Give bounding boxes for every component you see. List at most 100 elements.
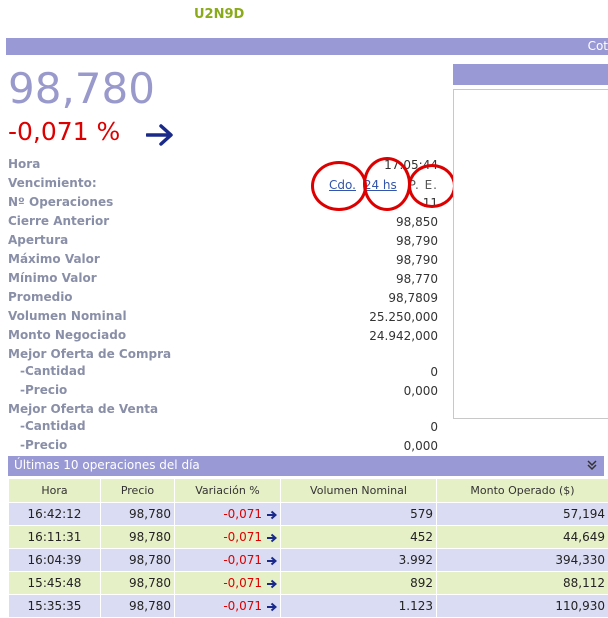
detail-row-mejor-venta: Mejor Oferta de Venta xyxy=(8,401,440,418)
detail-value: 24.942,000 xyxy=(369,329,438,343)
top-header-bar: Cot xyxy=(6,38,608,55)
detail-section-label: Mejor Oferta de Compra xyxy=(8,347,171,361)
detail-row-vol-nominal: Volumen Nominal 25.250,000 xyxy=(8,308,440,327)
arrow-right-icon xyxy=(146,124,174,146)
arrow-right-icon xyxy=(266,579,277,589)
arrow-right-icon xyxy=(266,533,277,543)
detail-row-monto-neg: Monto Negociado 24.942,000 xyxy=(8,327,440,346)
detail-row-compra-precio: -Precio 0,000 xyxy=(8,382,440,401)
column-header-variacion: Variación % xyxy=(175,479,281,503)
cell-precio: 98,780 xyxy=(101,595,175,618)
detail-row-compra-cantidad: -Cantidad 0 xyxy=(8,363,440,382)
detail-value: 98,850 xyxy=(396,215,438,229)
top-header-label: Cot xyxy=(588,39,608,53)
cell-volumen: 3.992 xyxy=(281,549,437,572)
detail-value: 25.250,000 xyxy=(369,310,438,324)
collapse-chevron-icon[interactable] xyxy=(586,458,598,472)
cell-variacion: -0,071 xyxy=(175,503,281,526)
operations-header: Últimas 10 operaciones del día xyxy=(8,456,604,476)
annotation-circle-24hs xyxy=(363,157,411,211)
variation-value: -0,071 xyxy=(223,507,262,521)
cell-precio: 98,780 xyxy=(101,572,175,595)
column-header-volumen: Volumen Nominal xyxy=(281,479,437,503)
detail-label: Mínimo Valor xyxy=(8,271,97,285)
table-row: 15:45:48 98,780 -0,071 892 88,112 xyxy=(9,572,608,595)
chart-header-bar xyxy=(453,64,608,85)
detail-value: 98,790 xyxy=(396,234,438,248)
cell-monto: 394,330 xyxy=(437,549,608,572)
detail-value: 0,000 xyxy=(404,439,438,453)
detail-label: Hora xyxy=(8,157,40,171)
detail-row-cierre-anterior: Cierre Anterior 98,850 xyxy=(8,213,440,232)
annotation-circle-cdo xyxy=(311,161,367,211)
table-row: 15:35:35 98,780 -0,071 1.123 110,930 xyxy=(9,595,608,618)
cell-volumen: 452 xyxy=(281,526,437,549)
detail-label: -Precio xyxy=(20,438,67,452)
column-header-precio: Precio xyxy=(101,479,175,503)
detail-label: Promedio xyxy=(8,290,73,304)
cell-precio: 98,780 xyxy=(101,526,175,549)
detail-row-promedio: Promedio 98,7809 xyxy=(8,289,440,308)
detail-row-mejor-compra: Mejor Oferta de Compra xyxy=(8,346,440,363)
detail-label: -Cantidad xyxy=(20,364,86,378)
detail-label: Apertura xyxy=(8,233,68,247)
cell-variacion: -0,071 xyxy=(175,572,281,595)
cell-hora: 15:45:48 xyxy=(9,572,101,595)
last-price: 98,780 xyxy=(8,64,155,113)
cell-variacion: -0,071 xyxy=(175,549,281,572)
cell-volumen: 1.123 xyxy=(281,595,437,618)
cell-variacion: -0,071 xyxy=(175,595,281,618)
table-row: 16:04:39 98,780 -0,071 3.992 394,330 xyxy=(9,549,608,572)
detail-label: Máximo Valor xyxy=(8,252,100,266)
detail-value: 98,770 xyxy=(396,272,438,286)
detail-label: Monto Negociado xyxy=(8,328,126,342)
variation-value: -0,071 xyxy=(223,553,262,567)
price-variation: -0,071 % xyxy=(8,117,120,146)
cell-volumen: 892 xyxy=(281,572,437,595)
detail-row-minimo: Mínimo Valor 98,770 xyxy=(8,270,440,289)
table-header-row: Hora Precio Variación % Volumen Nominal … xyxy=(9,479,608,503)
arrow-right-icon xyxy=(266,510,277,520)
cell-hora: 16:42:12 xyxy=(9,503,101,526)
detail-label: -Cantidad xyxy=(20,419,86,433)
cell-precio: 98,780 xyxy=(101,503,175,526)
arrow-right-icon xyxy=(266,556,277,566)
cell-hora: 16:04:39 xyxy=(9,549,101,572)
cell-monto: 110,930 xyxy=(437,595,608,618)
cell-monto: 44,649 xyxy=(437,526,608,549)
detail-value: 98,790 xyxy=(396,253,438,267)
detail-value: 0 xyxy=(430,365,438,379)
detail-row-venta-precio: -Precio 0,000 xyxy=(8,437,440,456)
detail-value: 98,7809 xyxy=(388,291,438,305)
variation-value: -0,071 xyxy=(223,599,262,613)
chart-panel xyxy=(453,89,608,419)
annotation-circle-pe xyxy=(408,164,456,208)
cell-hora: 16:11:31 xyxy=(9,526,101,549)
cell-variacion: -0,071 xyxy=(175,526,281,549)
detail-label: Nº Operaciones xyxy=(8,195,113,209)
detail-value: 0 xyxy=(430,420,438,434)
arrow-right-icon xyxy=(266,602,277,612)
cell-monto: 57,194 xyxy=(437,503,608,526)
cell-volumen: 579 xyxy=(281,503,437,526)
detail-section-label: Mejor Oferta de Venta xyxy=(8,402,158,416)
detail-value: 0,000 xyxy=(404,384,438,398)
detail-label: Volumen Nominal xyxy=(8,309,127,323)
detail-label: Cierre Anterior xyxy=(8,214,109,228)
detail-row-venta-cantidad: -Cantidad 0 xyxy=(8,418,440,437)
detail-label: -Precio xyxy=(20,383,67,397)
variation-value: -0,071 xyxy=(223,576,262,590)
cell-precio: 98,780 xyxy=(101,549,175,572)
table-row: 16:42:12 98,780 -0,071 579 57,194 xyxy=(9,503,608,526)
operations-table: Hora Precio Variación % Volumen Nominal … xyxy=(8,478,608,618)
detail-row-maximo: Máximo Valor 98,790 xyxy=(8,251,440,270)
operations-title: Últimas 10 operaciones del día xyxy=(14,458,200,472)
ticker-symbol: U2N9D xyxy=(194,7,244,22)
table-row: 16:11:31 98,780 -0,071 452 44,649 xyxy=(9,526,608,549)
detail-label: Vencimiento: xyxy=(8,176,97,190)
cell-hora: 15:35:35 xyxy=(9,595,101,618)
detail-row-apertura: Apertura 98,790 xyxy=(8,232,440,251)
column-header-monto: Monto Operado ($) xyxy=(437,479,608,503)
cell-monto: 88,112 xyxy=(437,572,608,595)
variation-value: -0,071 xyxy=(223,530,262,544)
